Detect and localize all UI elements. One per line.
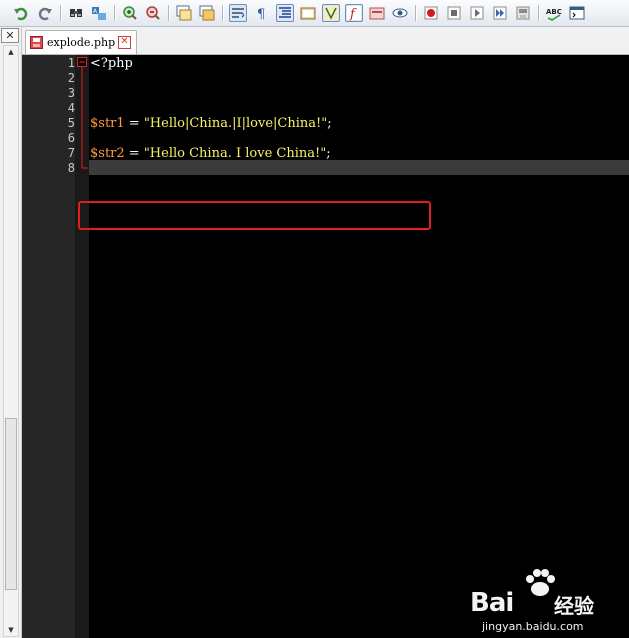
- current-line-highlight: [89, 160, 629, 175]
- stop-macro-icon[interactable]: [445, 4, 463, 22]
- undo-icon[interactable]: [12, 4, 30, 22]
- tab-label: explode.php: [47, 36, 116, 49]
- line-number: 1: [67, 56, 75, 70]
- semicolon: ;: [327, 116, 332, 131]
- record-macro-icon[interactable]: [422, 4, 440, 22]
- tab-close-icon[interactable]: ✕: [118, 36, 131, 49]
- run-macro-multiple-icon[interactable]: [491, 4, 509, 22]
- operator: =: [124, 116, 144, 131]
- fold-collapse-icon[interactable]: [77, 57, 87, 67]
- watermark-cn: 经验: [554, 594, 594, 618]
- function-list-icon[interactable]: [322, 4, 340, 22]
- scroll-up-arrow-icon[interactable]: ▲: [4, 46, 18, 58]
- baidu-watermark: Bai 经验 jingyan.baidu.com: [470, 568, 620, 634]
- find-icon[interactable]: [67, 4, 85, 22]
- sync-horizontal-icon[interactable]: [198, 4, 216, 22]
- operator: =: [124, 146, 144, 161]
- toolbar-separator: [415, 5, 417, 21]
- tab-explode-php[interactable]: explode.php ✕: [25, 30, 137, 54]
- folder-workspace-icon[interactable]: [368, 4, 386, 22]
- toolbar-separator: [168, 5, 170, 21]
- toolbar-separator: [538, 5, 540, 21]
- console-icon[interactable]: [568, 4, 586, 22]
- line-number: 8: [67, 161, 75, 175]
- watermark-url: jingyan.baidu.com: [482, 620, 584, 633]
- word-wrap-icon[interactable]: [229, 4, 247, 22]
- user-language-icon[interactable]: f: [345, 4, 363, 22]
- zoom-out-icon[interactable]: [144, 4, 162, 22]
- php-open-tag: <?php: [90, 56, 133, 71]
- line-number: 4: [67, 101, 75, 115]
- tab-bar: explode.php ✕: [22, 27, 629, 55]
- save-macro-icon[interactable]: [514, 4, 532, 22]
- line-number: 5: [67, 116, 75, 130]
- toolbar: A ¶ f ABC: [0, 0, 629, 27]
- sync-vertical-icon[interactable]: [175, 4, 193, 22]
- string-literal: "Hello|China.|I|love|China!": [143, 116, 328, 131]
- scrollbar-thumb[interactable]: [5, 418, 17, 590]
- watermark-text: Bai: [470, 588, 514, 618]
- code-line-5: $str1 = "Hello|China.|I|love|China!";: [90, 116, 332, 131]
- toolbar-separator: [114, 5, 116, 21]
- unsaved-file-icon: [30, 36, 43, 49]
- spell-check-icon[interactable]: ABC: [545, 4, 563, 22]
- toolbar-separator: [60, 5, 62, 21]
- fold-line: [81, 67, 88, 169]
- line-number: 7: [67, 146, 75, 160]
- monitoring-icon[interactable]: [391, 4, 409, 22]
- svg-text:¶: ¶: [257, 7, 265, 21]
- left-panel: ✕ ▲ ▼: [0, 27, 22, 638]
- line-number: 2: [67, 71, 75, 85]
- string-literal: "Hello China. I love China!": [143, 146, 327, 161]
- semicolon: ;: [326, 146, 331, 161]
- line-number-gutter: 1 2 3 4 5 6 7 8: [22, 55, 75, 638]
- zoom-in-icon[interactable]: [121, 4, 139, 22]
- code-line-1: <?php: [90, 56, 133, 71]
- annotation-highlight-box: [78, 201, 431, 230]
- panel-close-button[interactable]: ✕: [1, 28, 19, 43]
- variable: $str2: [90, 146, 125, 161]
- doc-map-icon[interactable]: [299, 4, 317, 22]
- vertical-scrollbar[interactable]: ▲ ▼: [3, 45, 19, 637]
- scroll-down-arrow-icon[interactable]: ▼: [4, 624, 18, 636]
- show-all-chars-icon[interactable]: ¶: [252, 4, 270, 22]
- indent-guide-icon[interactable]: [276, 4, 294, 22]
- play-macro-icon[interactable]: [468, 4, 486, 22]
- toolbar-separator: [222, 5, 224, 21]
- line-number: 3: [67, 86, 75, 100]
- replace-icon[interactable]: A: [90, 4, 108, 22]
- variable: $str1: [90, 116, 125, 131]
- fold-margin: [75, 55, 89, 638]
- code-editor[interactable]: 1 2 3 4 5 6 7 8 <?php $str1 = "Hello|Chi…: [22, 55, 629, 638]
- redo-icon[interactable]: [36, 4, 54, 22]
- code-line-7: $str2 = "Hello China. I love China!";: [90, 146, 331, 161]
- line-number: 6: [67, 131, 75, 145]
